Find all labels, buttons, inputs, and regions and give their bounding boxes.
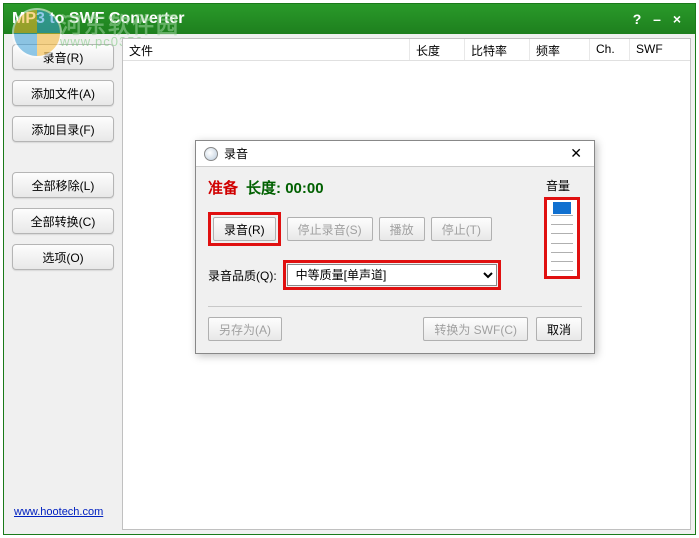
divider (208, 306, 582, 307)
col-file[interactable]: 文件 (123, 39, 410, 60)
dialog-body: 准备 长度: 00:00 音量 录音(R) 停止录音(S) 播放 停止(T) 录… (196, 167, 594, 353)
convert-all-button[interactable]: 全部转换(C) (12, 208, 114, 234)
close-button[interactable]: × (667, 11, 687, 27)
record-dialog: 录音 ✕ 准备 长度: 00:00 音量 录音(R) 停止录音(S) 播放 停止… (195, 140, 595, 354)
cancel-button[interactable]: 取消 (536, 317, 582, 341)
options-button[interactable]: 选项(O) (12, 244, 114, 270)
minimize-button[interactable]: – (647, 11, 667, 27)
add-file-button[interactable]: 添加文件(A) (12, 80, 114, 106)
dialog-close-button[interactable]: ✕ (566, 145, 586, 162)
add-folder-button[interactable]: 添加目录(F) (12, 116, 114, 142)
col-length[interactable]: 长度 (410, 39, 465, 60)
col-bitrate[interactable]: 比特率 (465, 39, 530, 60)
status-label: 准备 (208, 177, 238, 198)
save-as-button[interactable]: 另存为(A) (208, 317, 282, 341)
remove-all-button[interactable]: 全部移除(L) (12, 172, 114, 198)
col-swf[interactable]: SWF (630, 39, 690, 60)
volume-meter (544, 197, 580, 279)
volume-label: 音量 (546, 177, 570, 194)
app-title: MP3 to SWF Converter (12, 10, 184, 28)
record-highlight: 录音(R) (208, 212, 281, 246)
help-button[interactable]: ? (627, 11, 647, 27)
titlebar[interactable]: MP3 to SWF Converter ? – × (4, 4, 695, 34)
dlg-stop-button[interactable]: 停止(T) (431, 217, 492, 241)
col-channels[interactable]: Ch. (590, 39, 630, 60)
length-label: 长度: 00:00 (246, 177, 324, 198)
quality-label: 录音品质(Q): (208, 267, 277, 284)
col-frequency[interactable]: 频率 (530, 39, 590, 60)
sidebar: 录音(R) 添加文件(A) 添加目录(F) 全部移除(L) 全部转换(C) 选项… (4, 34, 122, 534)
length-value: 00:00 (285, 180, 323, 197)
quality-highlight: 中等质量[单声道] (283, 260, 501, 290)
quality-select[interactable]: 中等质量[单声道] (287, 264, 497, 286)
footer-link[interactable]: www.hootech.com (12, 500, 114, 524)
dlg-stop-record-button[interactable]: 停止录音(S) (287, 217, 373, 241)
dialog-title: 录音 (224, 145, 248, 162)
dlg-play-button[interactable]: 播放 (379, 217, 425, 241)
dialog-icon (204, 147, 218, 161)
list-header: 文件 长度 比特率 频率 Ch. SWF (123, 39, 690, 61)
dialog-titlebar[interactable]: 录音 ✕ (196, 141, 594, 167)
convert-swf-button[interactable]: 转换为 SWF(C) (423, 317, 528, 341)
record-button[interactable]: 录音(R) (12, 44, 114, 70)
dlg-record-button[interactable]: 录音(R) (213, 217, 276, 241)
volume-fill (553, 202, 571, 214)
